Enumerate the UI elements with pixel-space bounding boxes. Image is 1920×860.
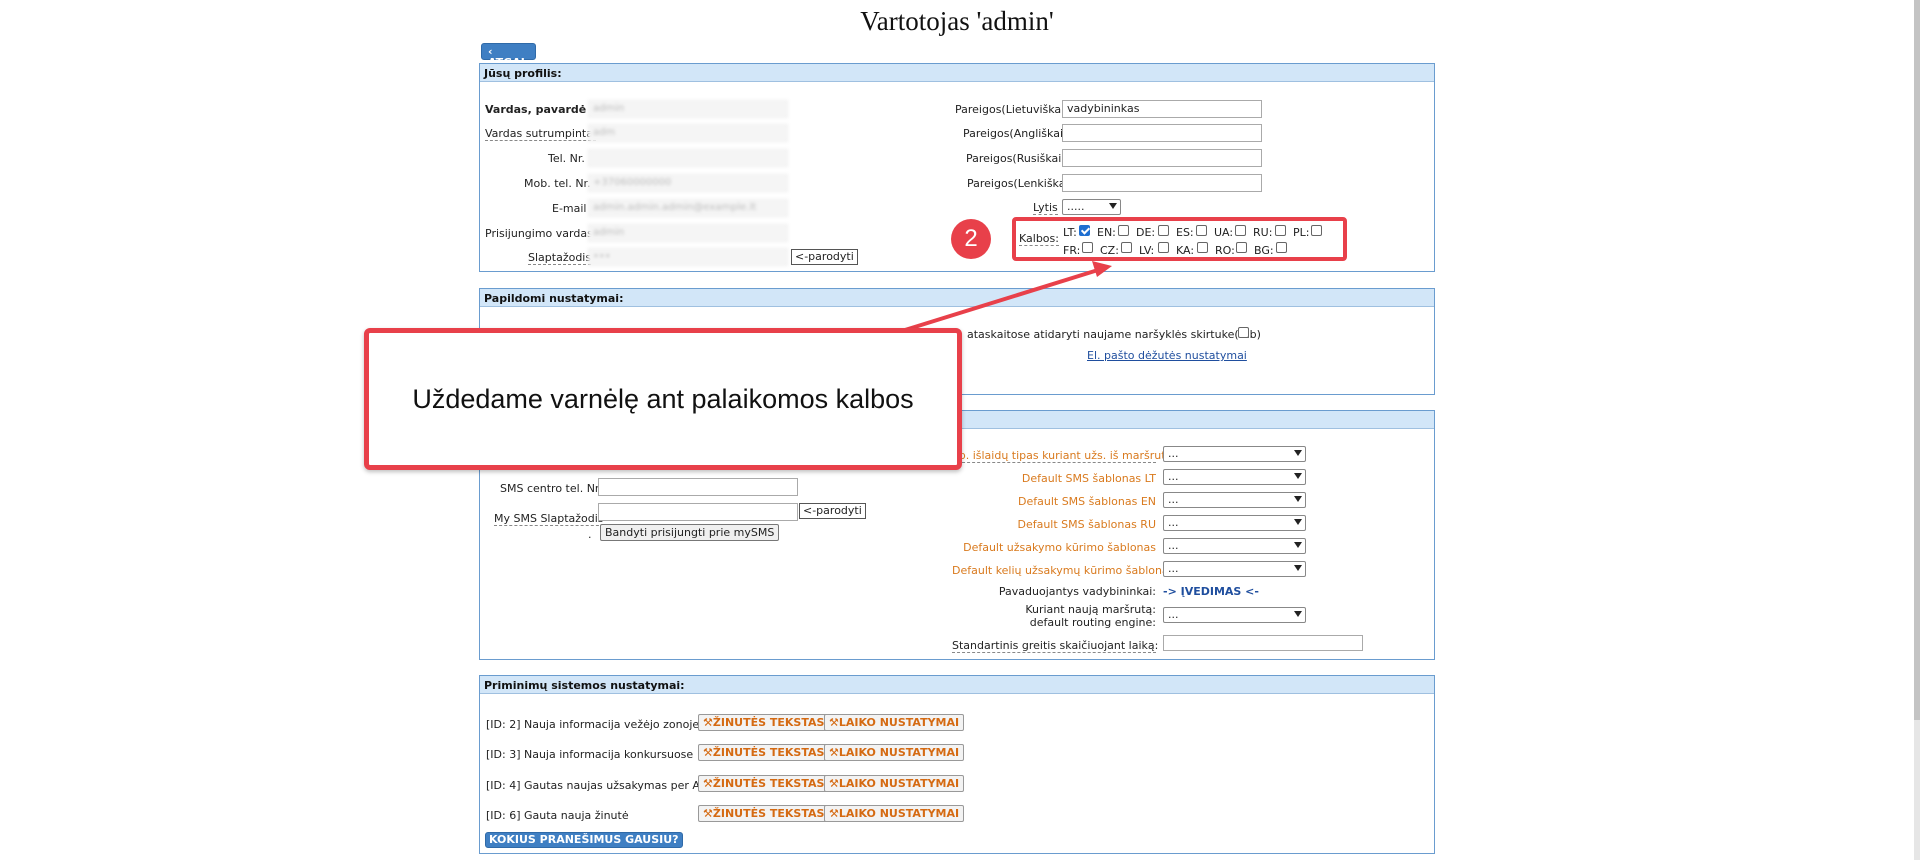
scrollbar-thumb[interactable]: [1914, 0, 1920, 720]
callout-box: Uždedame varnėlę ant palaikomos kalbos: [364, 328, 962, 470]
